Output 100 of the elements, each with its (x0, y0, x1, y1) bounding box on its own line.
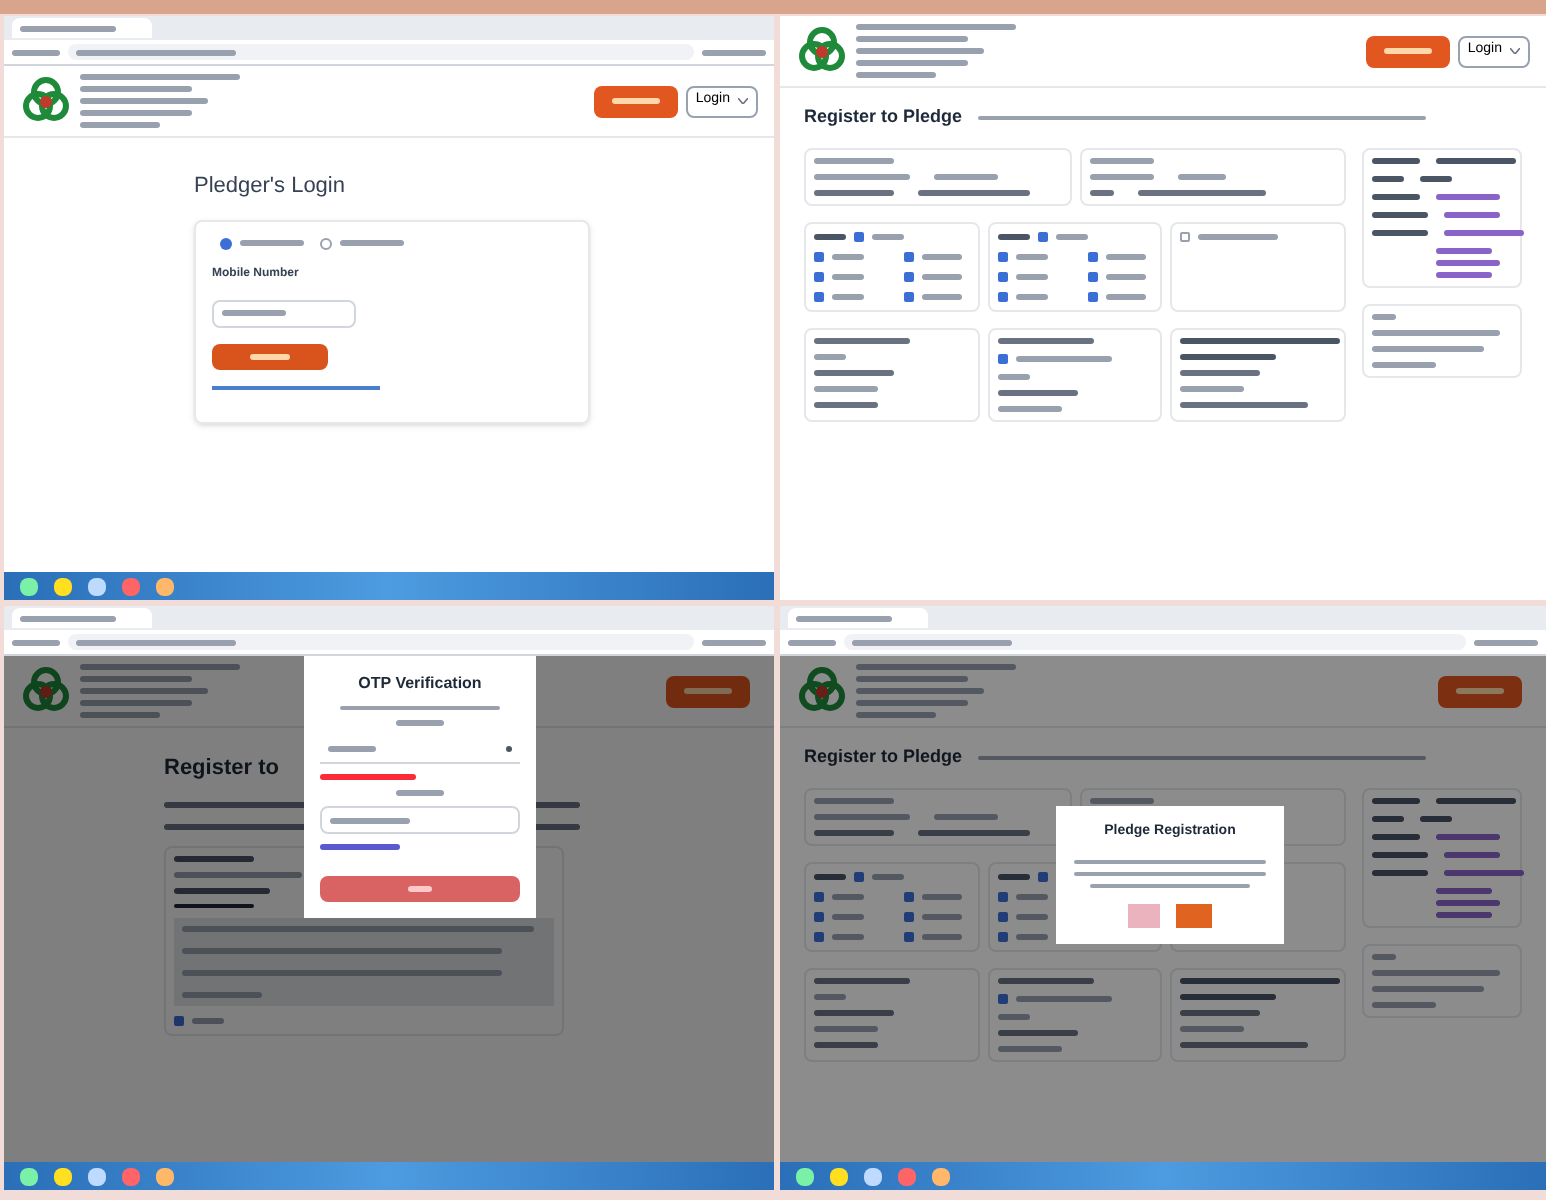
checkbox[interactable] (904, 291, 914, 301)
verify-button[interactable] (320, 876, 520, 902)
checkbox[interactable] (814, 911, 824, 921)
blurred-text (1372, 815, 1404, 821)
blurred-text (1436, 157, 1516, 163)
blurred-text (222, 310, 286, 316)
checkbox[interactable] (997, 931, 1008, 941)
blurred-text (320, 774, 416, 780)
blurred-text (408, 886, 432, 892)
cancel-button[interactable] (1128, 903, 1160, 927)
blurred-text (922, 933, 962, 939)
blurred-text (1180, 401, 1309, 407)
checkbox[interactable] (904, 251, 914, 261)
checkbox[interactable] (1087, 291, 1098, 301)
checkbox[interactable] (997, 993, 1008, 1003)
blurred-text (684, 688, 732, 694)
blurred-text (80, 712, 160, 718)
checkbox[interactable] (997, 353, 1008, 363)
otp-input[interactable] (320, 806, 520, 834)
blurred-text (80, 700, 192, 706)
blurred-text (1372, 211, 1428, 217)
blurred-text (250, 353, 290, 359)
blurred-text (1444, 869, 1524, 875)
checkbox[interactable] (1037, 231, 1048, 241)
blurred-text (922, 293, 962, 299)
radio-button[interactable] (320, 237, 332, 249)
checkbox[interactable] (997, 251, 1008, 261)
browser-tab[interactable] (788, 608, 928, 628)
mobile-number-input[interactable] (212, 299, 356, 327)
blurred-text (1420, 175, 1452, 181)
blurred-text (832, 913, 864, 919)
checkbox[interactable] (904, 911, 914, 921)
blurred-text (1372, 175, 1404, 181)
checkbox[interactable] (854, 871, 864, 881)
blurred-text (997, 873, 1030, 879)
blurred-text (396, 790, 444, 796)
checkbox[interactable] (997, 271, 1008, 281)
blurred-text (814, 813, 910, 819)
checkbox[interactable] (814, 891, 824, 901)
checkbox[interactable] (997, 911, 1008, 921)
blurred-text (1180, 369, 1261, 375)
blurred-text (1015, 893, 1048, 899)
blurred-text (1436, 797, 1516, 803)
blurred-text (1089, 157, 1153, 163)
register-link[interactable] (212, 385, 380, 389)
confirm-button[interactable] (1176, 903, 1212, 927)
blurred-text (814, 385, 878, 391)
blurred-text (1372, 797, 1420, 803)
checkbox[interactable] (814, 271, 824, 281)
checkbox[interactable] (174, 1015, 184, 1025)
blurred-text (80, 122, 160, 128)
address-bar[interactable] (68, 44, 694, 60)
blurred-text (922, 273, 962, 279)
browser-tab[interactable] (12, 18, 152, 38)
blurred-text (1180, 1009, 1261, 1015)
checkbox[interactable] (814, 291, 824, 301)
blurred-text (814, 189, 894, 195)
header-button[interactable] (666, 675, 750, 707)
browser-tab[interactable] (12, 608, 152, 628)
blurred-text (20, 615, 116, 621)
blurred-text (814, 977, 910, 983)
blurred-text (1372, 157, 1420, 163)
header-button[interactable] (1365, 35, 1450, 67)
blurred-text (80, 110, 192, 116)
blurred-text (1474, 639, 1538, 645)
blurred-text (1436, 259, 1500, 265)
header-button[interactable] (593, 85, 678, 117)
checkbox[interactable] (1037, 871, 1048, 881)
logo-icon (20, 665, 72, 717)
blurred-text (856, 48, 984, 54)
checkbox[interactable] (997, 891, 1008, 901)
blurred-text (1372, 969, 1500, 975)
checkbox[interactable] (904, 931, 914, 941)
blurred-text (856, 60, 968, 66)
checkbox[interactable] (814, 931, 824, 941)
header-button[interactable] (1438, 675, 1522, 707)
checkbox[interactable] (814, 251, 824, 261)
page-title: Register to (164, 754, 279, 784)
radio-button[interactable] (220, 237, 232, 249)
address-bar[interactable] (844, 634, 1466, 650)
checkbox[interactable] (904, 271, 914, 281)
checkbox[interactable] (904, 891, 914, 901)
checkbox[interactable] (1180, 231, 1191, 241)
checkbox[interactable] (1087, 271, 1098, 281)
blurred-text (814, 173, 910, 179)
blurred-text (1372, 1001, 1436, 1007)
blurred-text (1180, 385, 1245, 391)
blurred-text (856, 72, 936, 78)
blurred-text (1055, 233, 1088, 239)
address-bar[interactable] (68, 634, 694, 650)
blurred-text (1180, 993, 1277, 999)
submit-button[interactable] (212, 343, 328, 369)
checkbox[interactable] (997, 291, 1008, 301)
blurred-text (814, 1025, 878, 1031)
checkbox[interactable] (1087, 251, 1098, 261)
blurred-text (80, 676, 192, 682)
blurred-text (611, 98, 660, 104)
blurred-text (1015, 995, 1112, 1001)
checkbox[interactable] (854, 231, 864, 241)
blurred-text (1180, 1041, 1309, 1047)
